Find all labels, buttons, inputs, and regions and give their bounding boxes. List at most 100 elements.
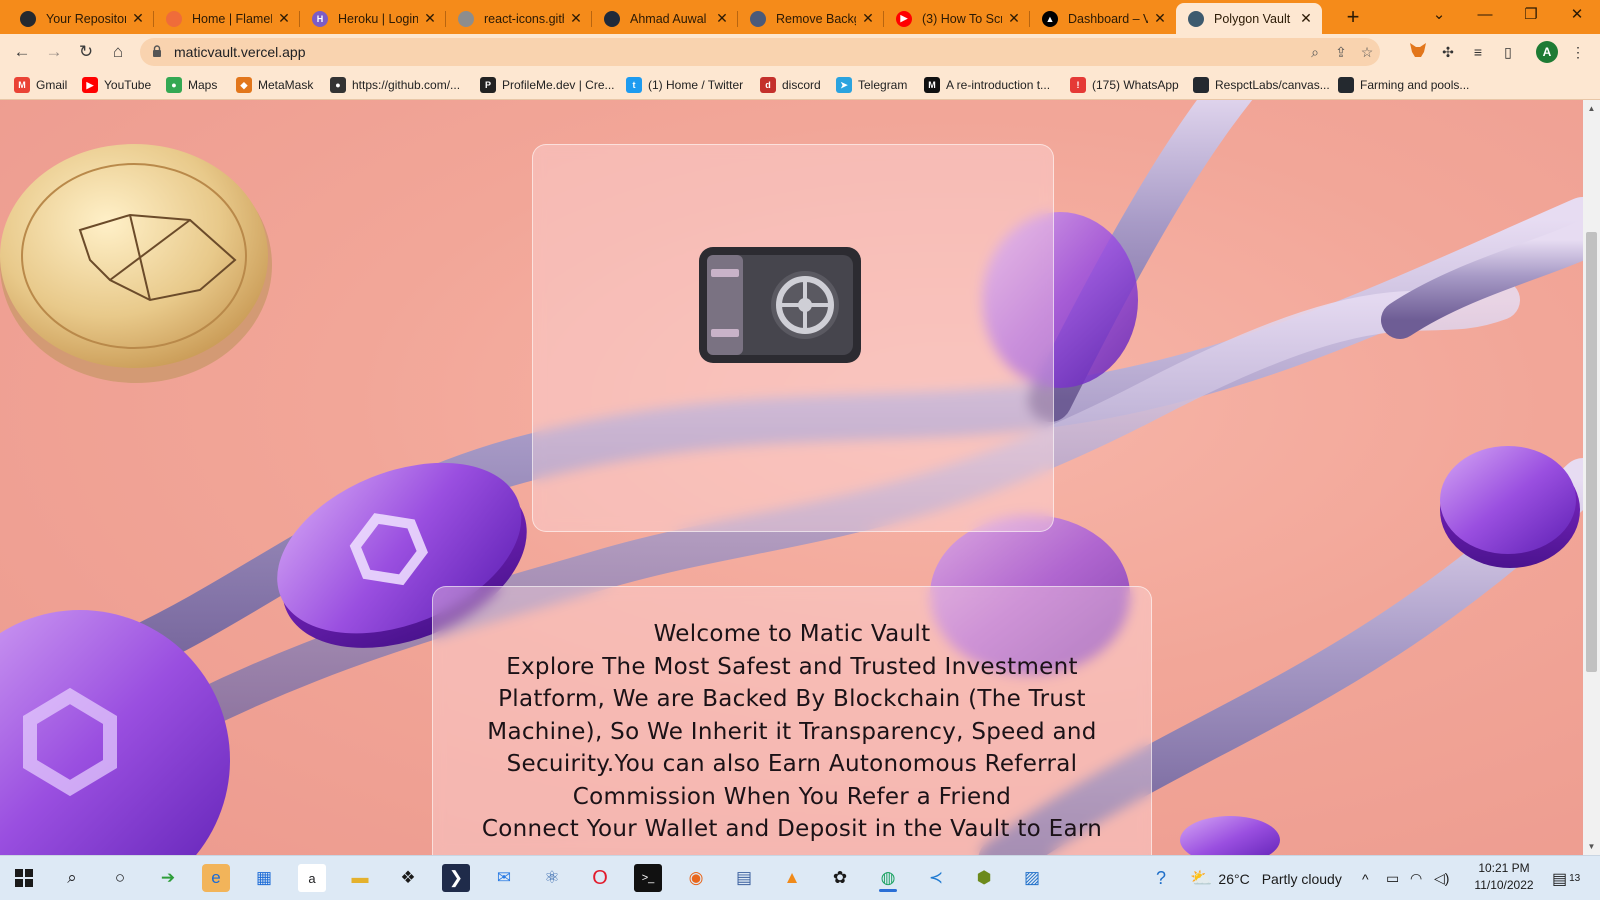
vlc-icon[interactable]: ▲ — [778, 864, 806, 892]
clock-date: 11/10/2022 — [1474, 878, 1534, 892]
welcome-paragraph-line: Machine), So We Inherit it Transparency,… — [487, 718, 1097, 745]
windows-start-icon[interactable] — [10, 864, 38, 892]
globe-icon — [458, 10, 474, 27]
scrollbar-thumb[interactable] — [1586, 232, 1597, 672]
chrome-icon[interactable]: ◍ — [874, 864, 902, 892]
zoom-icon[interactable]: ⌕ — [1306, 43, 1324, 61]
bookmark-item[interactable]: ▶ YouTube — [82, 76, 151, 94]
browser-tab[interactable]: react-icons.gith ✕ — [446, 3, 592, 34]
react-devtools-icon[interactable]: ⚛ — [538, 864, 566, 892]
forward-icon[interactable]: → — [40, 38, 68, 66]
globe-icon: ● — [330, 77, 346, 93]
app-launcher-icon[interactable]: ➔ — [154, 864, 182, 892]
close-tab-icon[interactable]: ✕ — [130, 10, 146, 27]
tab-search-icon[interactable]: ⌄ — [1416, 0, 1462, 32]
bookmark-item[interactable]: t (1) Home / Twitter — [626, 76, 743, 94]
help-icon[interactable]: ? — [1156, 856, 1166, 900]
bookmark-item[interactable]: ● https://github.com/... — [330, 76, 460, 94]
dropbox-icon[interactable]: ❖ — [394, 864, 422, 892]
close-window-icon[interactable]: ✕ — [1554, 0, 1600, 32]
extensions-icon[interactable]: ✣ — [1438, 42, 1458, 62]
monitor-icon[interactable]: ▭ — [1386, 856, 1399, 900]
close-tab-icon[interactable]: ✕ — [276, 10, 292, 27]
weather-widget[interactable]: ⛅ 26°C Partly cloudy — [1190, 856, 1342, 900]
close-tab-icon[interactable]: ✕ — [714, 10, 730, 27]
bookmark-label: RespctLabs/canvas... — [1215, 78, 1330, 92]
browser-tab[interactable]: ▲ Dashboard – Ve ✕ — [1030, 3, 1176, 34]
reload-icon[interactable]: ↻ — [72, 38, 100, 66]
bookmark-item[interactable]: ◆ MetaMask — [236, 76, 313, 94]
close-tab-icon[interactable]: ✕ — [1298, 10, 1314, 27]
bookmark-item[interactable]: M A re-introduction t... — [924, 76, 1050, 94]
browser-tab[interactable]: ▶ (3) How To Scre ✕ — [884, 3, 1030, 34]
bookmark-item[interactable]: ! (175) WhatsApp — [1070, 76, 1179, 94]
menu-icon[interactable]: ⋮ — [1568, 42, 1588, 62]
browser-tab[interactable]: Polygon Vault ✕ — [1176, 3, 1322, 34]
cortana-icon[interactable]: ○ — [106, 864, 134, 892]
microsoft-store-icon[interactable]: ▦ — [250, 864, 278, 892]
restore-icon[interactable]: ❐ — [1508, 0, 1554, 32]
amazon-icon[interactable]: a — [298, 864, 326, 892]
search-icon[interactable]: ⌕ — [58, 864, 86, 892]
close-tab-icon[interactable]: ✕ — [1152, 10, 1168, 27]
app-icon[interactable]: ✿ — [826, 864, 854, 892]
minimize-icon[interactable]: — — [1462, 0, 1508, 32]
edge-icon[interactable]: e — [202, 864, 230, 892]
bookmark-item[interactable]: d discord — [760, 76, 821, 94]
clock-time: 10:21 PM — [1478, 861, 1530, 875]
profile-avatar[interactable]: A — [1536, 41, 1558, 63]
address-bar[interactable]: maticvault.vercel.app ⌕ ⇪ ☆ — [140, 38, 1380, 66]
photos-icon[interactable]: ▨ — [1018, 864, 1046, 892]
browser-tab[interactable]: Ahmad Auwal ✕ — [592, 3, 738, 34]
show-hidden-icons[interactable]: ^ — [1362, 856, 1369, 900]
browser-tab[interactable]: Home | FlameF ✕ — [154, 3, 300, 34]
bookmark-item[interactable]: RespctLabs/canvas... — [1193, 76, 1330, 94]
page-scrollbar[interactable]: ▲ ▼ — [1583, 100, 1600, 855]
mail-icon[interactable]: ✉ — [490, 864, 518, 892]
lock-icon[interactable] — [152, 45, 162, 58]
terminal-icon[interactable]: >_ — [634, 864, 662, 892]
volume-icon[interactable]: ◁) — [1434, 856, 1449, 900]
vercel-icon: ▲ — [1042, 10, 1058, 27]
bookmark-item[interactable]: ● Maps — [166, 76, 217, 94]
powershell-icon[interactable]: ❯ — [442, 864, 470, 892]
scroll-up-icon[interactable]: ▲ — [1583, 100, 1600, 117]
new-tab-button[interactable]: + — [1340, 5, 1366, 31]
whatsapp-icon: ! — [1070, 77, 1086, 93]
github-icon — [1193, 77, 1209, 93]
remote-desktop-icon[interactable]: ▤ — [730, 864, 758, 892]
system-clock[interactable]: 10:21 PM 11/10/2022 — [1468, 860, 1540, 894]
close-tab-icon[interactable]: ✕ — [1006, 10, 1022, 27]
scroll-down-icon[interactable]: ▼ — [1583, 838, 1600, 855]
back-icon[interactable]: ← — [8, 38, 36, 66]
opera-icon[interactable]: O — [586, 864, 614, 892]
home-icon[interactable]: ⌂ — [104, 38, 132, 66]
bookmark-item[interactable]: ➤ Telegram — [836, 76, 907, 94]
metamask-extension-icon[interactable] — [1408, 42, 1428, 62]
bookmark-item[interactable]: Farming and pools... — [1338, 76, 1469, 94]
bookmark-item[interactable]: M Gmail — [14, 76, 67, 94]
close-tab-icon[interactable]: ✕ — [860, 10, 876, 27]
close-tab-icon[interactable]: ✕ — [422, 10, 438, 27]
gmail-icon: M — [14, 77, 30, 93]
share-icon[interactable]: ⇪ — [1332, 43, 1350, 61]
page-viewport: Welcome to Matic Vault Explore The Most … — [0, 100, 1583, 855]
browser-tab[interactable]: Your Repositori ✕ — [8, 3, 154, 34]
bookmark-star-icon[interactable]: ☆ — [1358, 43, 1376, 61]
close-tab-icon[interactable]: ✕ — [568, 10, 584, 27]
side-panel-icon[interactable]: ▯ — [1498, 42, 1518, 62]
wifi-icon[interactable]: ◠ — [1410, 856, 1422, 900]
file-explorer-icon[interactable]: ▬ — [346, 864, 374, 892]
welcome-paragraph-line: Platform, We are Backed By Blockchain (T… — [498, 686, 1086, 712]
vscode-icon[interactable]: ≺ — [922, 864, 950, 892]
bookmark-item[interactable]: P ProfileMe.dev | Cre... — [480, 76, 615, 94]
flame-icon — [166, 10, 182, 27]
media-control-icon[interactable]: ≡ — [1468, 42, 1488, 62]
firefox-icon[interactable]: ◉ — [682, 864, 710, 892]
browser-tab[interactable]: H Heroku | Login ✕ — [300, 3, 446, 34]
notification-count: 13 — [1569, 873, 1581, 884]
browser-tab[interactable]: Remove Backgr ✕ — [738, 3, 884, 34]
chrome-profile-icon[interactable]: ⬢ — [970, 864, 998, 892]
url-text[interactable]: maticvault.vercel.app — [174, 44, 306, 60]
notifications-icon[interactable]: ▤ 13 — [1552, 856, 1580, 900]
